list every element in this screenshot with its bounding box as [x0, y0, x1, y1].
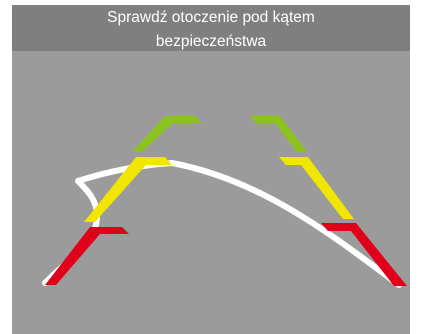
left-guide-red-segment: [45, 227, 129, 285]
right-guide-green-segment: [250, 116, 307, 152]
rear-camera-view: Sprawdź otoczenie pod kątem bezpieczeńst…: [12, 5, 410, 334]
right-guide-red-segment: [321, 223, 407, 286]
left-guide-green-segment: [132, 116, 202, 152]
parking-guide-lines: [42, 116, 407, 288]
